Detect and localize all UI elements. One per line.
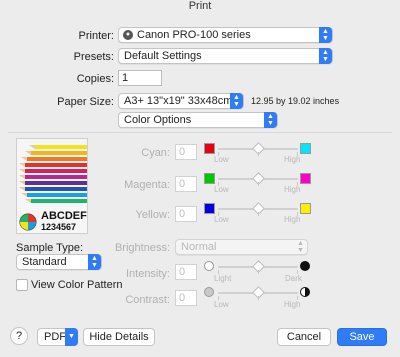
contrast-input[interactable]: 0 bbox=[175, 290, 197, 306]
contrast-high-label: High bbox=[284, 300, 301, 309]
chevron-updown-icon: ▲ ▼ bbox=[319, 48, 332, 64]
chevron-updown-icon: ▲ ▼ bbox=[88, 254, 101, 270]
magenta-label: Magenta: bbox=[124, 179, 170, 191]
dark-circle-icon bbox=[300, 261, 310, 271]
preview-text-line2: 1234567 bbox=[41, 222, 77, 232]
sample-type-value: Standard bbox=[22, 256, 67, 268]
cyan-high-label: High bbox=[284, 155, 301, 164]
paper-size-label: Paper Size: bbox=[57, 96, 114, 108]
cyan-label: Cyan: bbox=[141, 147, 170, 159]
magenta-input[interactable]: 0 bbox=[175, 176, 197, 192]
printer-icon: ● bbox=[123, 30, 133, 40]
hide-details-button[interactable]: Hide Details bbox=[83, 328, 155, 346]
yellow-low-swatch bbox=[204, 203, 215, 214]
presets-value: Default Settings bbox=[124, 50, 202, 62]
cyan-input[interactable]: 0 bbox=[175, 144, 197, 160]
preview-text-line1: ABCDEF bbox=[41, 210, 87, 222]
chevron-down-icon: ▼ bbox=[65, 328, 78, 346]
contrast-low-label: Low bbox=[214, 300, 229, 309]
sample-type-label: Sample Type: bbox=[16, 242, 84, 254]
separator bbox=[8, 132, 392, 133]
cyan-high-swatch bbox=[300, 143, 311, 154]
yellow-low-label: Low bbox=[214, 215, 229, 224]
color-preview-image: ABCDEF 1234567 bbox=[16, 138, 88, 234]
yellow-input[interactable]: 0 bbox=[175, 206, 197, 222]
low-contrast-icon bbox=[204, 287, 214, 297]
intensity-low-label: Light bbox=[214, 274, 232, 283]
help-button[interactable]: ? bbox=[10, 327, 28, 345]
copies-label: Copies: bbox=[76, 73, 114, 85]
yellow-high-swatch bbox=[300, 203, 311, 214]
brightness-popup[interactable]: Normal ▲ ▼ bbox=[175, 239, 308, 255]
magenta-high-swatch bbox=[300, 173, 311, 184]
printer-popup[interactable]: ● Canon PRO-100 series ▲ ▼ bbox=[118, 27, 333, 43]
tick bbox=[258, 212, 259, 216]
tick bbox=[258, 182, 259, 186]
section-value: Color Options bbox=[124, 114, 192, 126]
view-color-pattern-checkbox[interactable] bbox=[16, 279, 28, 291]
chevron-updown-icon: ▲ ▼ bbox=[264, 112, 277, 128]
tick bbox=[258, 152, 259, 156]
yellow-label: Yellow: bbox=[135, 209, 170, 221]
pdf-label: PDF bbox=[44, 331, 66, 343]
printer-label: Printer: bbox=[78, 30, 114, 42]
high-contrast-icon bbox=[300, 287, 310, 297]
save-button[interactable]: Save bbox=[337, 328, 387, 346]
paper-size-value: A3+ 13"x19" 33x48cm bbox=[124, 95, 233, 107]
chevron-updown-icon: ▲ ▼ bbox=[230, 93, 243, 109]
brightness-value: Normal bbox=[181, 241, 217, 253]
paper-dimensions: 12.95 by 19.02 inches bbox=[251, 96, 340, 106]
intensity-input[interactable]: 0 bbox=[175, 264, 197, 280]
cyan-low-swatch bbox=[204, 143, 215, 154]
magenta-high-label: High bbox=[284, 185, 301, 194]
light-circle-icon bbox=[204, 261, 214, 271]
presets-popup[interactable]: Default Settings ▲ ▼ bbox=[118, 48, 333, 64]
tick bbox=[258, 296, 259, 300]
magenta-low-swatch bbox=[204, 173, 215, 184]
contrast-label: Contrast: bbox=[125, 294, 170, 306]
intensity-high-label: Dark bbox=[285, 274, 302, 283]
cyan-low-label: Low bbox=[214, 155, 229, 164]
chevron-updown-icon: ▲ ▼ bbox=[319, 27, 332, 43]
view-color-pattern-label: View Color Pattern bbox=[31, 279, 123, 291]
cancel-button[interactable]: Cancel bbox=[277, 328, 331, 346]
yellow-high-label: High bbox=[284, 215, 301, 224]
paper-size-popup[interactable]: A3+ 13"x19" 33x48cm ▲ ▼ bbox=[118, 93, 244, 109]
section-popup[interactable]: Color Options ▲ ▼ bbox=[118, 112, 278, 128]
chevron-updown-icon: ▲ ▼ bbox=[297, 240, 304, 254]
window-title: Print bbox=[188, 0, 212, 12]
sample-type-popup[interactable]: Standard ▲ ▼ bbox=[16, 254, 102, 270]
presets-label: Presets: bbox=[73, 51, 114, 63]
magenta-low-label: Low bbox=[214, 185, 229, 194]
copies-input[interactable]: 1 bbox=[118, 70, 162, 86]
brightness-label: Brightness: bbox=[114, 242, 170, 254]
printer-value: Canon PRO-100 series bbox=[137, 29, 251, 41]
tick bbox=[258, 270, 259, 274]
pdf-menu-button[interactable]: PDF ▼ bbox=[37, 328, 78, 346]
